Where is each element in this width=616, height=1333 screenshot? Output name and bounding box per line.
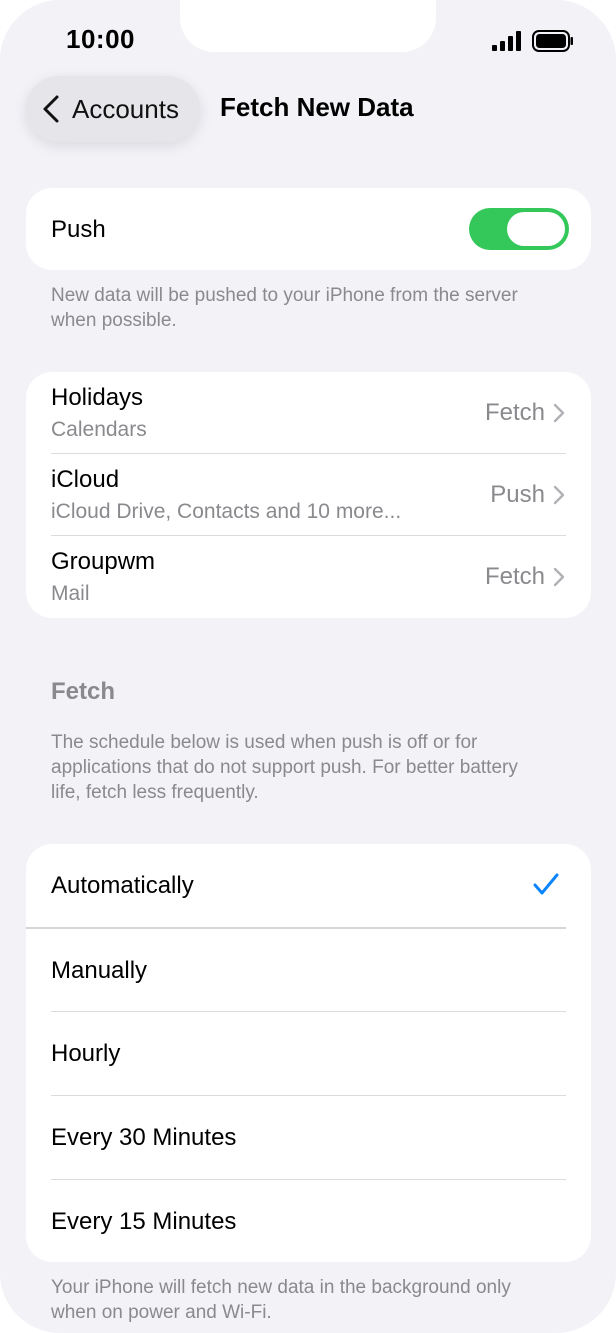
- phone-screen: 10:00 Accounts Fetch New Data Push New d…: [0, 0, 616, 1333]
- schedule-footnote: Your iPhone will fetch new data in the b…: [51, 1277, 511, 1323]
- schedule-option-hourly[interactable]: Hourly: [26, 1012, 591, 1096]
- page-title: Fetch New Data: [220, 92, 414, 122]
- status-time: 10:00: [66, 24, 135, 54]
- account-detail: iCloud Drive, Contacts and 10 more...: [51, 500, 402, 523]
- schedule-option-every-15-minutes[interactable]: Every 15 Minutes: [26, 1180, 591, 1262]
- account-row-icloud[interactable]: iCloud iCloud Drive, Contacts and 10 mor…: [26, 454, 591, 536]
- fetch-section-header: Fetch: [51, 678, 116, 705]
- schedule-option-label: Hourly: [51, 1040, 121, 1067]
- fetch-description: The schedule below is used when push is …: [51, 732, 518, 803]
- account-name: iCloud: [51, 466, 120, 493]
- account-row-groupwm[interactable]: Groupwm Mail Fetch: [26, 536, 591, 618]
- account-name: Holidays: [51, 384, 144, 411]
- push-footnote: New data will be pushed to your iPhone f…: [51, 285, 518, 331]
- schedule-option-label: Every 15 Minutes: [51, 1208, 237, 1235]
- push-card: Push: [26, 188, 591, 270]
- push-toggle[interactable]: [469, 208, 569, 250]
- account-mode: Fetch: [484, 399, 545, 426]
- schedule-option-label: Every 30 Minutes: [51, 1124, 237, 1151]
- back-button-label: Accounts: [72, 93, 179, 124]
- chevron-right-icon: [553, 567, 565, 587]
- account-mode: Fetch: [484, 563, 545, 590]
- notch: [180, 0, 436, 52]
- checkmark-icon: [533, 873, 559, 895]
- schedule-option-every-30-minutes[interactable]: Every 30 Minutes: [26, 1096, 591, 1180]
- schedule-option-label: Manually: [51, 957, 148, 984]
- schedule-option-manually[interactable]: Manually: [26, 929, 591, 1012]
- schedule-card: Automatically Manually Hourly Every 30 M…: [26, 844, 591, 1262]
- account-name: Groupwm: [51, 548, 156, 575]
- account-row-holidays[interactable]: Holidays Calendars Fetch: [26, 372, 591, 454]
- push-label: Push: [51, 216, 106, 243]
- account-mode: Push: [490, 481, 545, 508]
- chevron-right-icon: [553, 485, 565, 505]
- account-detail: Calendars: [51, 418, 147, 441]
- account-detail: Mail: [51, 582, 90, 605]
- cellular-signal-icon: [492, 31, 521, 51]
- schedule-option-label: Automatically: [51, 872, 194, 899]
- schedule-option-automatically[interactable]: Automatically: [26, 844, 591, 928]
- battery-full-icon: [532, 30, 573, 52]
- chevron-right-icon: [553, 403, 565, 423]
- accounts-card: Holidays Calendars Fetch iCloud iCloud D…: [26, 372, 591, 618]
- back-button[interactable]: Accounts: [26, 76, 200, 142]
- chevron-left-icon: [43, 95, 59, 123]
- push-toggle-knob: [507, 212, 565, 246]
